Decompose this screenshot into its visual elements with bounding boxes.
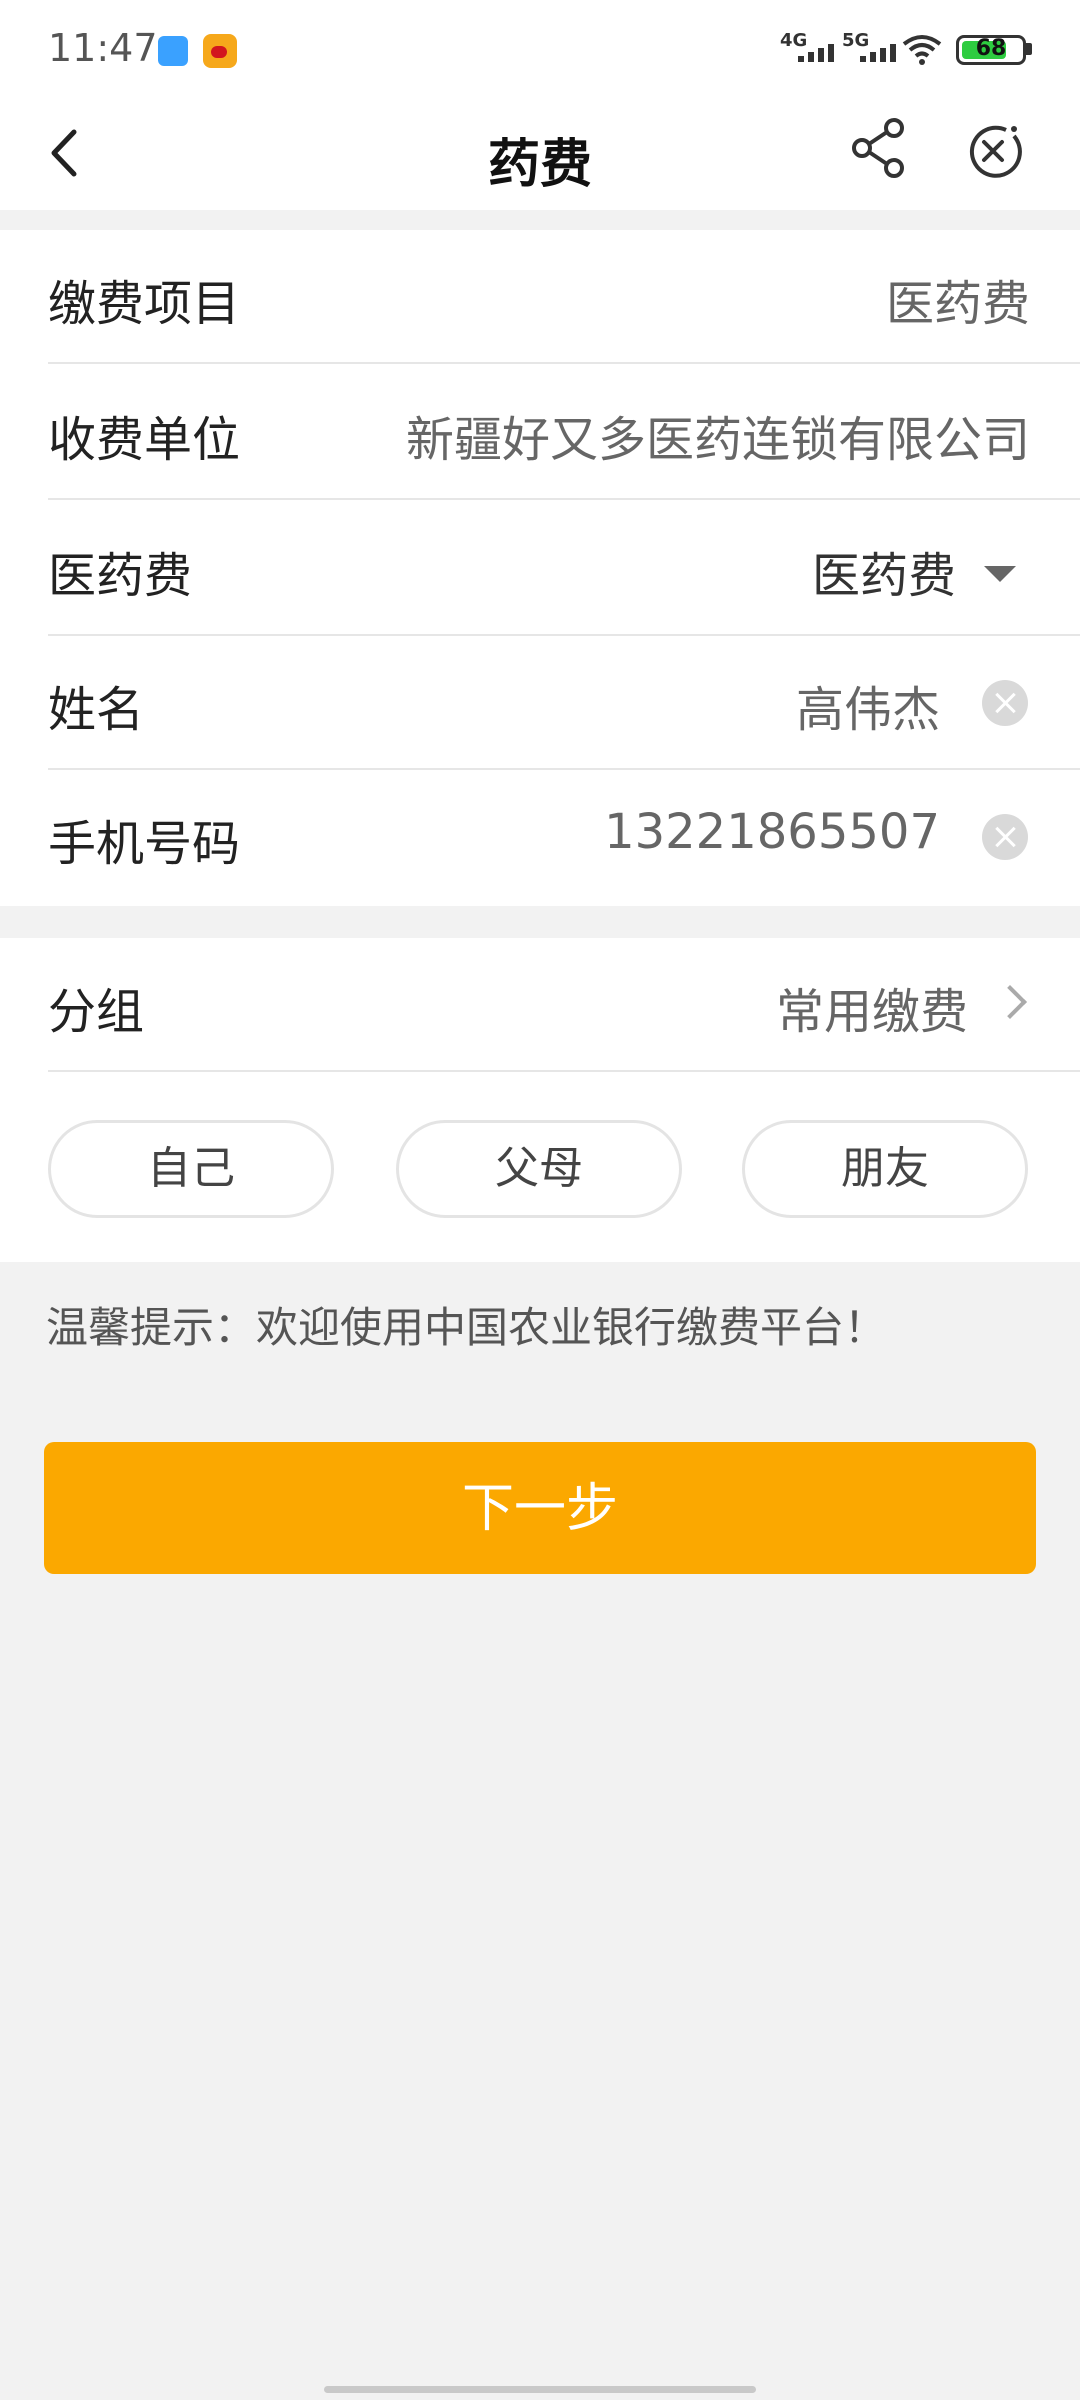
nav-bar: 药费 bbox=[0, 100, 1080, 210]
tip-text: 温馨提示：欢迎使用中国农业银行缴费平台！ bbox=[46, 1303, 887, 1352]
fee-type-select[interactable]: 医药费 bbox=[812, 536, 956, 606]
payment-item-row: 缴费项目 医药费 bbox=[0, 230, 1080, 364]
payee-row: 收费单位 新疆好又多医药连锁有限公司 bbox=[0, 366, 1080, 500]
chip-parents[interactable]: 父母 bbox=[396, 1120, 682, 1218]
payment-form: 缴费项目 医药费 收费单位 新疆好又多医药连锁有限公司 医药费 医药费 姓名 高… bbox=[0, 230, 1080, 906]
name-input[interactable]: 高伟杰 bbox=[796, 670, 940, 740]
signal-5g-icon bbox=[860, 44, 896, 62]
group-row[interactable]: 分组 常用缴费 bbox=[0, 938, 1080, 1072]
status-indicators: 4G 5G 68 bbox=[780, 30, 1040, 70]
name-row: 姓名 高伟杰 bbox=[0, 636, 1080, 770]
chip-friends[interactable]: 朋友 bbox=[742, 1120, 1028, 1218]
close-icon[interactable] bbox=[962, 120, 1024, 182]
home-indicator[interactable] bbox=[324, 2386, 756, 2393]
chip-self[interactable]: 自己 bbox=[48, 1120, 334, 1218]
page-title: 药费 bbox=[487, 135, 592, 195]
wifi-icon bbox=[902, 35, 942, 65]
battery-level: 68 bbox=[975, 36, 1007, 61]
clear-name-icon[interactable] bbox=[982, 680, 1028, 726]
next-button[interactable]: 下一步 bbox=[44, 1442, 1036, 1574]
fee-type-label: 医药费 bbox=[48, 548, 193, 604]
chevron-right-icon[interactable] bbox=[993, 985, 1027, 1019]
phone-label: 手机号码 bbox=[48, 816, 241, 872]
phone-row: 手机号码 13221865507 bbox=[0, 770, 1080, 904]
status-bar: 11:47 4G 5G 68 bbox=[0, 0, 1080, 100]
weibo-icon bbox=[203, 34, 237, 68]
payment-item-value: 医药费 bbox=[885, 276, 1030, 332]
group-value[interactable]: 常用缴费 bbox=[776, 972, 968, 1042]
group-section: 分组 常用缴费 自己 父母 朋友 bbox=[0, 938, 1080, 1262]
share-icon[interactable] bbox=[848, 116, 912, 180]
app-notification-icon bbox=[158, 36, 188, 66]
payee-value: 新疆好又多医药连锁有限公司 bbox=[405, 412, 1030, 468]
clear-phone-icon[interactable] bbox=[982, 814, 1028, 860]
status-time: 11:47 bbox=[48, 26, 158, 70]
payee-label: 收费单位 bbox=[48, 412, 241, 468]
battery-icon: 68 bbox=[956, 35, 1026, 65]
fee-type-row[interactable]: 医药费 医药费 bbox=[0, 502, 1080, 636]
dropdown-caret-icon[interactable] bbox=[984, 566, 1016, 582]
group-label: 分组 bbox=[48, 984, 145, 1040]
signal-4g-icon bbox=[798, 44, 834, 62]
phone-input[interactable]: 13221865507 bbox=[604, 804, 940, 860]
name-label: 姓名 bbox=[48, 682, 145, 738]
payment-item-label: 缴费项目 bbox=[48, 276, 241, 332]
